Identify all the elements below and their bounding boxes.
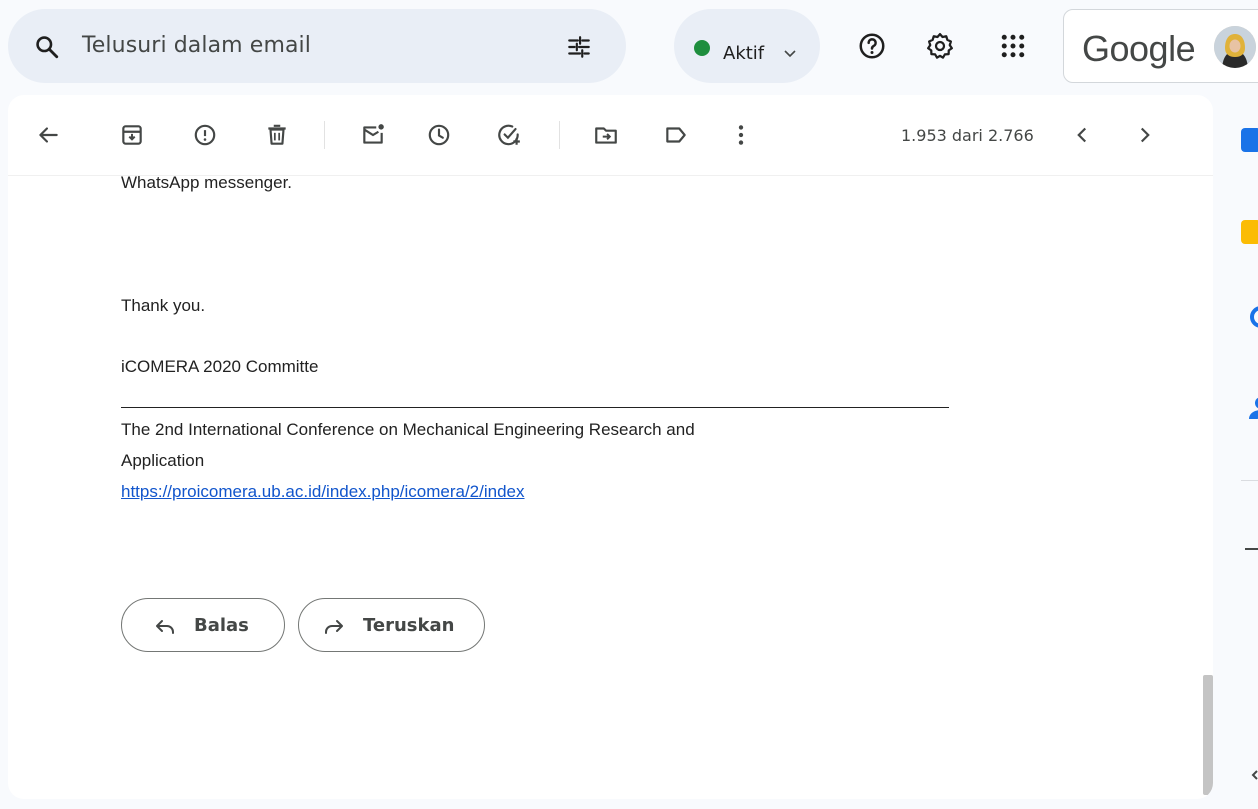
scrollbar[interactable] [1203,675,1213,795]
status-label: Aktif [723,43,765,64]
status-selector[interactable]: Aktif [674,9,820,83]
reply-label: Balas [194,615,249,636]
avatar[interactable] [1214,26,1256,68]
report-spam-icon[interactable] [192,122,218,148]
mark-unread-icon[interactable] [360,122,386,148]
google-logo: Google [1082,28,1196,69]
email-thanks: Thank you. [121,296,206,315]
pagination-count: 1.953 dari 2.766 [901,126,1034,145]
conference-name-line2: Application [121,451,205,470]
snooze-icon[interactable] [426,122,452,148]
expand-panel-icon[interactable] [1251,767,1258,780]
toolbar-divider [559,121,560,149]
side-panel-divider [1241,480,1258,481]
search-input[interactable]: Telusuri dalam email [82,33,311,58]
add-addon-icon[interactable] [1245,548,1258,550]
apps-icon[interactable] [998,31,1028,61]
keep-icon[interactable] [1241,220,1258,244]
help-icon[interactable] [857,31,887,61]
archive-icon[interactable] [119,122,145,148]
chevron-down-icon [784,50,796,58]
reply-icon [156,620,174,634]
forward-icon [325,620,343,634]
add-task-icon[interactable] [496,122,522,148]
side-panel [1213,95,1258,809]
chevron-right-icon[interactable] [1132,122,1158,148]
reply-button[interactable]: Balas [121,598,285,652]
toolbar-divider [324,121,325,149]
top-bar: Telusuri dalam email Aktif Google [0,0,1258,95]
delete-icon[interactable] [264,122,290,148]
email-view: 1.953 dari 2.766 WhatsApp messenger. Tha… [8,95,1213,799]
chevron-left-icon[interactable] [1069,122,1095,148]
signature-divider [121,407,949,408]
contacts-icon[interactable] [1241,395,1258,419]
search-bar[interactable]: Telusuri dalam email [8,9,626,83]
label-icon[interactable] [663,122,689,148]
email-committee: iCOMERA 2020 Committe [121,357,319,376]
conference-link[interactable]: https://proicomera.ub.ac.id/index.php/ic… [121,482,525,502]
avatar-image [1214,26,1256,68]
back-arrow-icon[interactable] [35,122,61,148]
search-icon[interactable] [34,34,60,60]
email-toolbar: 1.953 dari 2.766 [8,95,1213,176]
active-status-dot [694,40,710,56]
tune-icon[interactable] [564,34,594,60]
more-icon[interactable] [728,122,754,148]
tasks-icon[interactable] [1241,305,1258,329]
email-text-line: WhatsApp messenger. [121,173,293,192]
account-switcher[interactable]: Google [1063,9,1258,83]
calendar-icon[interactable] [1241,128,1258,152]
move-to-icon[interactable] [593,122,619,148]
settings-icon[interactable] [925,31,955,61]
conference-name-line1: The 2nd International Conference on Mech… [121,420,695,439]
forward-button[interactable]: Teruskan [298,598,485,652]
forward-label: Teruskan [363,615,455,636]
